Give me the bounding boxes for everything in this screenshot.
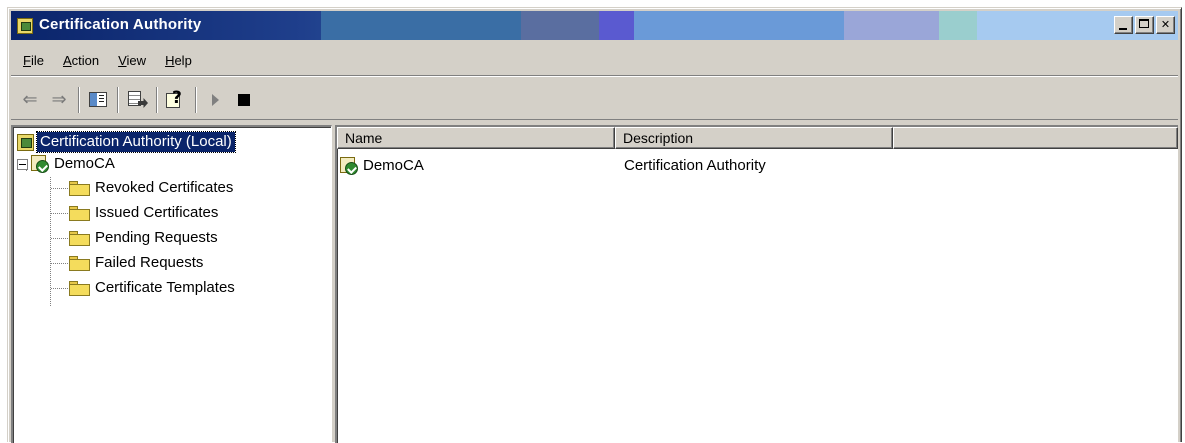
details-pane[interactable]: Name Description DemoCA Certification Au…	[335, 125, 1178, 443]
list-header: Name Description	[337, 127, 1178, 149]
stop-service-icon	[238, 93, 250, 106]
maximize-icon	[1139, 19, 1149, 28]
column-header-empty[interactable]	[893, 127, 1178, 149]
tree-item-issued[interactable]: Issued Certificates	[69, 202, 218, 224]
start-service-icon	[211, 93, 219, 106]
minimize-button[interactable]	[1114, 16, 1133, 34]
close-icon: ✕	[1160, 18, 1171, 31]
tree-item-democa[interactable]: DemoCA	[17, 153, 115, 175]
menu-file-accel: F	[23, 53, 31, 68]
menu-file[interactable]: File	[15, 50, 55, 71]
folder-icon	[69, 230, 90, 246]
menu-action[interactable]: Action	[55, 50, 110, 71]
help-button[interactable]: ?	[163, 87, 189, 113]
show-hide-tree-icon	[89, 92, 107, 107]
certsrv-icon	[17, 133, 34, 151]
tree-connector	[51, 288, 71, 289]
forward-arrow-icon: ⇒	[51, 89, 67, 110]
close-button[interactable]: ✕	[1156, 16, 1175, 34]
toolbar-separator	[78, 86, 80, 113]
show-hide-tree-button[interactable]	[85, 87, 111, 113]
collapse-icon[interactable]	[17, 158, 28, 170]
minimize-icon	[1119, 28, 1127, 30]
tree-connector	[51, 188, 71, 189]
list-cell-name: DemoCA	[340, 155, 424, 177]
stop-service-button[interactable]	[231, 87, 257, 113]
tree-item-label: Revoked Certificates	[95, 179, 234, 196]
ca-running-icon	[340, 156, 359, 176]
console-tree[interactable]: Certification Authority (Local) DemoCA R…	[11, 125, 332, 443]
menu-action-accel: A	[62, 53, 72, 68]
toolbar-separator	[117, 86, 119, 113]
menu-view-label: iew	[126, 53, 147, 68]
tree-item-pending[interactable]: Pending Requests	[69, 227, 218, 249]
folder-icon	[69, 255, 90, 271]
list-cell-name-text: DemoCA	[363, 157, 424, 174]
tree-item-root[interactable]: Certification Authority (Local)	[17, 131, 236, 153]
mmc-window: Certification Authority ✕ File Action Vi…	[7, 7, 1182, 443]
menu-action-label: ction	[71, 53, 100, 68]
title-bar[interactable]: Certification Authority ✕	[11, 11, 1178, 40]
folder-icon	[69, 280, 90, 296]
forward-button[interactable]: ⇒	[46, 87, 72, 113]
tree-item-label: Pending Requests	[95, 229, 218, 246]
tree-item-failed[interactable]: Failed Requests	[69, 252, 203, 274]
tree-item-templates[interactable]: Certificate Templates	[69, 277, 235, 299]
tree-item-label: Issued Certificates	[95, 204, 219, 221]
tree-item-root-label: Certification Authority (Local)	[36, 131, 236, 153]
certsrv-icon	[17, 18, 33, 34]
start-service-button[interactable]	[202, 87, 228, 113]
toolbar-separator	[156, 86, 158, 113]
tree-item-revoked[interactable]: Revoked Certificates	[69, 177, 233, 199]
back-button[interactable]: ⇐	[17, 87, 43, 113]
menu-view[interactable]: View	[110, 50, 157, 71]
toolbar: ⇐ ⇒ ?	[11, 80, 1178, 120]
menu-file-label: ile	[30, 53, 44, 68]
menu-help-label: elp	[174, 53, 192, 68]
tree-connector	[51, 238, 71, 239]
export-list-icon	[128, 91, 148, 108]
tree-item-democa-label: DemoCA	[54, 155, 115, 172]
tree-connector	[51, 263, 71, 264]
folder-icon	[69, 205, 90, 221]
column-header-description[interactable]: Description	[615, 127, 893, 149]
maximize-button[interactable]	[1135, 16, 1154, 34]
export-list-button[interactable]	[124, 87, 150, 113]
list-cell-description: Certification Authority	[624, 157, 766, 174]
column-header-name[interactable]: Name	[337, 127, 615, 149]
menu-bar: File Action View Help	[11, 46, 1178, 76]
tree-item-label: Certificate Templates	[95, 279, 235, 296]
toolbar-separator	[195, 86, 197, 113]
tree-connector	[50, 177, 51, 306]
window-title: Certification Authority	[39, 16, 202, 33]
menu-help[interactable]: Help	[157, 50, 203, 71]
ca-running-icon	[31, 154, 50, 174]
folder-icon	[69, 180, 90, 196]
menu-view-accel: V	[118, 53, 127, 68]
help-icon: ?	[166, 88, 186, 109]
tree-item-label: Failed Requests	[95, 254, 204, 271]
tree-connector	[51, 213, 71, 214]
back-arrow-icon: ⇐	[22, 89, 38, 110]
